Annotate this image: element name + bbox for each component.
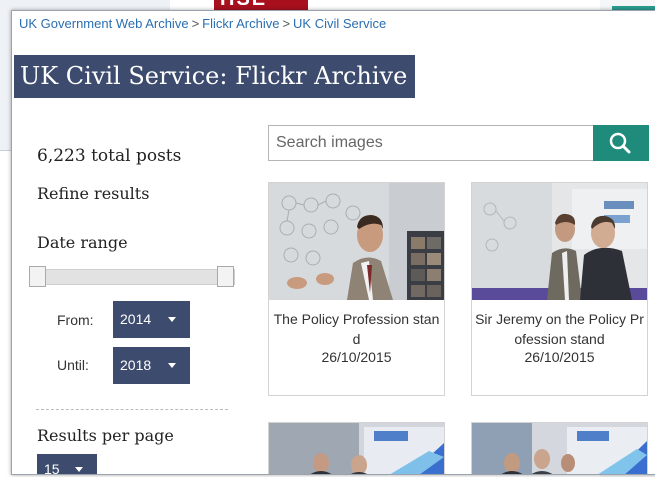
results-per-page-select[interactable]: 15 <box>37 454 97 475</box>
breadcrumb-separator: > <box>191 16 200 31</box>
until-year-select[interactable]: 2018 <box>113 347 190 384</box>
result-card[interactable] <box>268 422 445 474</box>
result-card[interactable]: The Policy Profession stand 26/10/2015 <box>268 182 445 396</box>
from-year-select[interactable]: 2014 <box>113 301 190 338</box>
chevron-down-icon <box>168 317 176 322</box>
chevron-down-icon <box>75 467 83 472</box>
result-date: 26/10/2015 <box>524 349 595 365</box>
from-label: From: <box>57 312 94 328</box>
chevron-down-icon <box>168 363 176 368</box>
search-input[interactable] <box>268 125 594 161</box>
search-button[interactable] <box>593 125 649 161</box>
result-date: 26/10/2015 <box>321 349 392 365</box>
until-label: Until: <box>57 357 89 373</box>
refine-results-heading: Refine results <box>37 184 150 203</box>
result-caption[interactable]: Sir Jeremy on the Policy Profession stan… <box>474 309 645 349</box>
result-caption[interactable]: The Policy Profession stand <box>271 309 442 349</box>
total-posts-count: 6,223 total posts <box>37 146 182 166</box>
until-year-value: 2018 <box>120 357 152 373</box>
breadcrumb-separator: > <box>282 16 291 31</box>
date-range-start-handle[interactable] <box>29 266 46 287</box>
result-card[interactable]: Sir Jeremy on the Policy Profession stan… <box>471 182 648 396</box>
result-photo[interactable] <box>269 423 444 474</box>
date-range-heading: Date range <box>37 233 128 252</box>
sidebar-divider <box>36 409 228 410</box>
from-year-value: 2014 <box>120 311 152 327</box>
result-photo[interactable] <box>472 183 647 300</box>
breadcrumb-link-civil-service[interactable]: UK Civil Service <box>293 16 386 31</box>
results-per-page-heading: Results per page <box>37 426 174 445</box>
archive-window: UK Government Web Archive > Flickr Archive… <box>11 10 655 475</box>
page-title: UK Civil Service: Flickr Archive <box>14 55 416 98</box>
date-range-end-handle[interactable] <box>217 266 234 287</box>
results-per-page-value: 15 <box>44 461 60 475</box>
search-icon <box>609 132 631 154</box>
result-card[interactable] <box>471 422 648 474</box>
breadcrumb-link-web-archive[interactable]: UK Government Web Archive <box>19 16 189 31</box>
breadcrumb-link-flickr-archive[interactable]: Flickr Archive <box>202 16 279 31</box>
date-range-slider-track[interactable] <box>30 269 235 285</box>
breadcrumb: UK Government Web Archive > Flickr Archive… <box>19 16 386 31</box>
result-photo[interactable] <box>269 183 444 300</box>
result-photo[interactable] <box>472 423 647 474</box>
